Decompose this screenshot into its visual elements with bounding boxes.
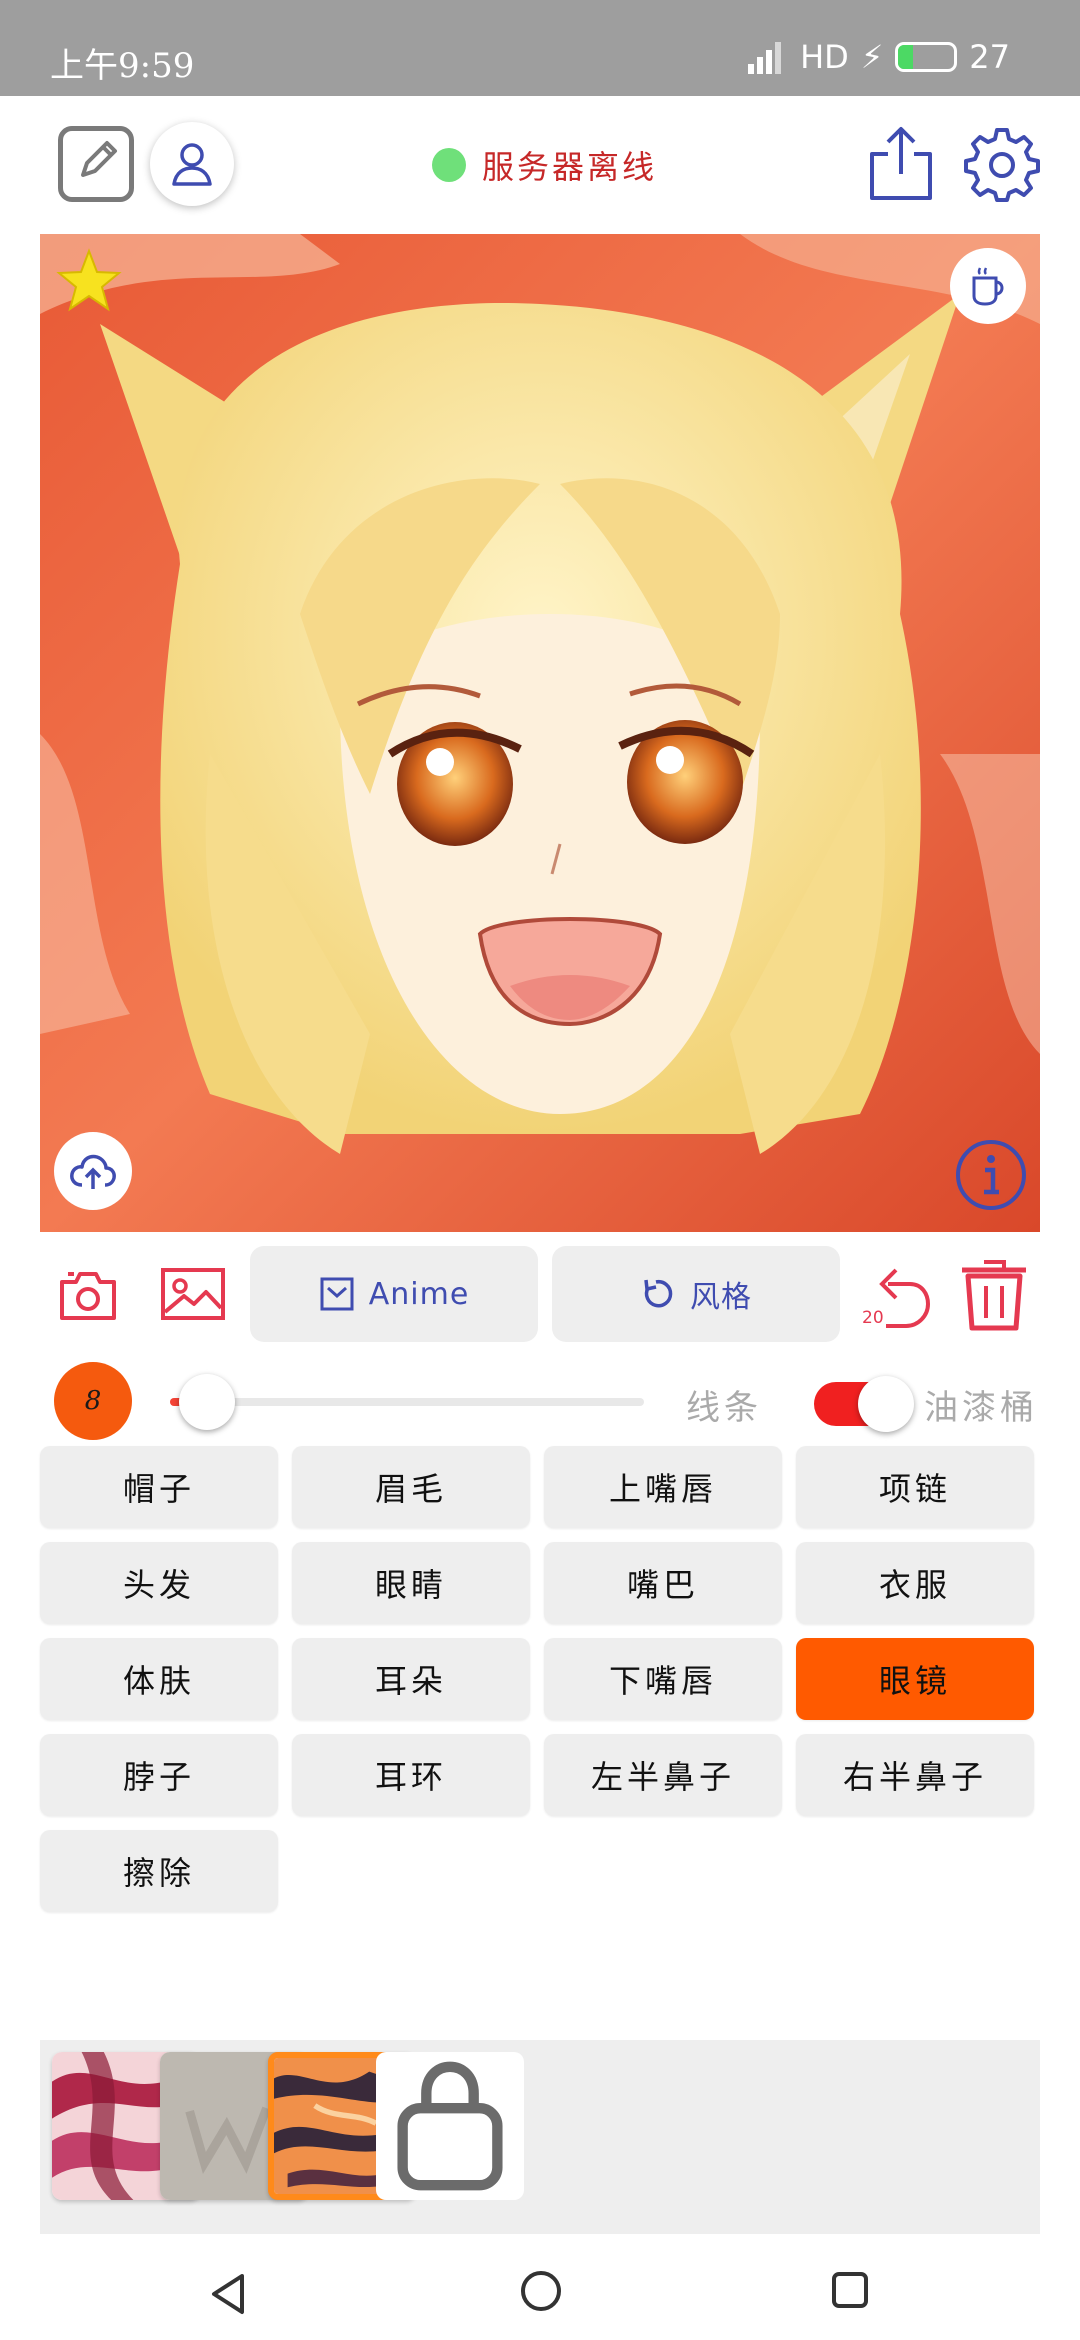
part-button[interactable]: 脖子 [40,1734,278,1816]
brush-row: 8 线条 油漆桶 [0,1346,1080,1442]
battery-icon [895,42,958,72]
server-status-text: 服务器离线 [482,148,658,186]
status-time: 上午9:59 [50,46,195,86]
style-label: 风格 [690,1280,752,1315]
lock-icon [397,2061,503,2191]
brush-size-badge[interactable]: 8 [54,1362,132,1440]
lines-label: 线条 [686,1388,762,1428]
part-button[interactable]: 体肤 [40,1638,278,1720]
anime-mode-label: Anime [368,1276,470,1312]
star-icon[interactable] [56,248,122,314]
part-button[interactable]: 头发 [40,1542,278,1624]
cloud-upload-icon [70,1154,116,1189]
trash-icon[interactable] [958,1254,1030,1334]
locked-style[interactable] [376,2052,524,2200]
part-button[interactable]: 项链 [796,1446,1034,1528]
refresh-icon [644,1279,673,1308]
tool-row: Anime 风格 20 [0,1244,1080,1344]
coffee-cup-button[interactable] [950,248,1026,324]
network-type: HD [800,38,849,76]
part-button[interactable]: 右半鼻子 [796,1734,1034,1816]
part-button[interactable]: 嘴巴 [544,1542,782,1624]
back-triangle-icon[interactable] [206,2270,254,2318]
signal-icon [748,40,788,74]
anime-mode-button[interactable]: Anime [250,1246,538,1342]
server-status: 服务器离线 [432,142,657,188]
coffee-cup-icon [972,267,1004,306]
brush-size-thumb[interactable] [178,1374,235,1430]
home-circle-icon[interactable] [518,2268,564,2314]
image-icon[interactable] [160,1266,226,1322]
part-button[interactable]: 眉毛 [292,1446,530,1528]
camera-icon[interactable] [58,1266,118,1322]
system-navigation-bar [0,2234,1080,2340]
anime-portrait-image [40,234,1040,1232]
paint-bucket-label: 油漆桶 [924,1388,1038,1428]
cloud-upload-button[interactable] [54,1132,132,1210]
user-button[interactable] [150,122,234,206]
style-button[interactable]: 风格 [552,1246,840,1342]
status-indicators: HD ⚡ 27 [748,38,1010,76]
check-square-icon [320,1277,354,1311]
style-tiles-bar [40,2040,1040,2234]
part-button[interactable]: 眼镜 [796,1638,1034,1720]
part-button[interactable]: 耳环 [292,1734,530,1816]
part-button[interactable]: 衣服 [796,1542,1034,1624]
part-button[interactable]: 左半鼻子 [544,1734,782,1816]
brush-size-slider[interactable] [170,1398,644,1406]
status-bar: 上午9:59 HD ⚡ 27 [0,0,1080,96]
share-icon[interactable] [866,124,936,204]
info-icon[interactable] [954,1138,1028,1212]
recent-square-icon[interactable] [830,2270,870,2310]
server-status-dot [432,148,466,182]
user-icon [172,143,212,186]
part-button[interactable]: 眼睛 [292,1542,530,1624]
pencil-square-icon[interactable] [58,126,134,202]
paint-bucket-toggle[interactable] [814,1376,914,1432]
part-button[interactable]: 帽子 [40,1446,278,1528]
battery-percent: 27 [969,38,1010,76]
charging-icon: ⚡ [860,38,884,76]
app-bar: 服务器离线 [0,96,1080,236]
part-button[interactable]: 耳朵 [292,1638,530,1720]
drawing-canvas[interactable] [40,234,1040,1232]
part-button[interactable]: 擦除 [40,1830,278,1912]
part-button[interactable]: 下嘴唇 [544,1638,782,1720]
part-selector-grid: 帽子 眉毛 上嘴唇 项链头发 眼睛 嘴巴 衣服体肤 耳朵 下嘴唇 眼镜脖子 耳环 左半鼻子 右半鼻子擦除 [40,1446,1040,1912]
gear-icon[interactable] [964,126,1040,202]
part-button[interactable]: 上嘴唇 [544,1446,782,1528]
undo-count: 20 [862,1308,884,1328]
